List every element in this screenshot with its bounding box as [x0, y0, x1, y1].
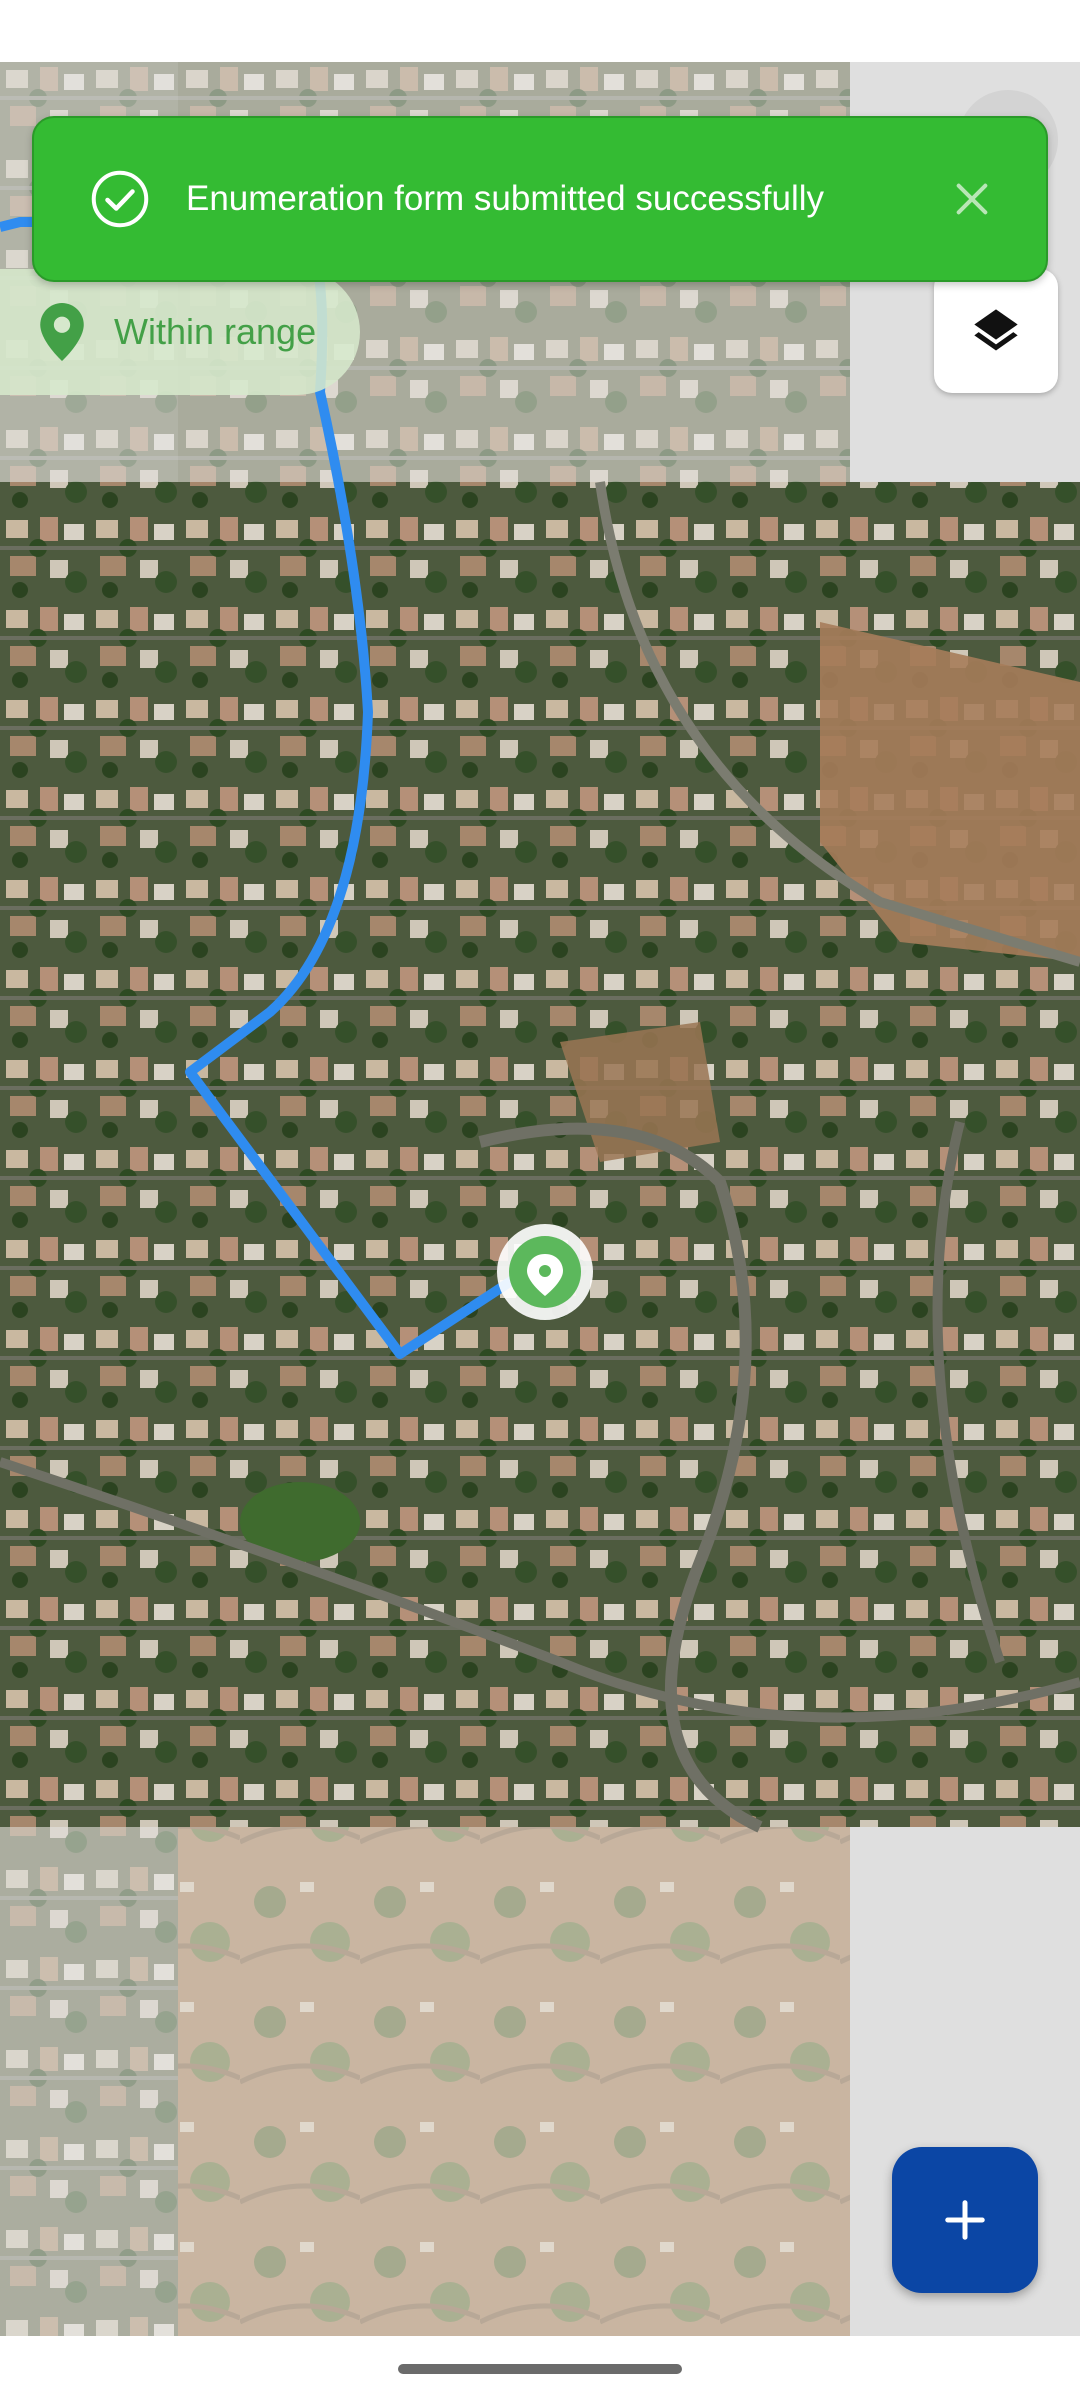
add-button[interactable] [892, 2147, 1038, 2293]
range-status-label: Within range [114, 311, 317, 352]
map-layers-button[interactable] [934, 269, 1058, 393]
location-pin-icon [40, 303, 84, 361]
close-icon[interactable] [952, 179, 992, 219]
range-status-chip: Within range [0, 269, 360, 395]
home-indicator[interactable] [398, 2364, 682, 2374]
app-screen: Within range Enumeration form submitted … [0, 0, 1080, 2400]
check-circle-icon [91, 170, 149, 228]
toast-message: Enumeration form submitted successfully [186, 179, 825, 218]
plus-icon [945, 2200, 985, 2240]
status-bar [0, 0, 1080, 62]
success-toast: Enumeration form submitted successfully [32, 116, 1048, 282]
map-view[interactable] [0, 62, 1080, 2336]
layers-icon [974, 309, 1018, 351]
map-marker [497, 1224, 593, 1320]
map-canvas[interactable] [0, 62, 1080, 2336]
